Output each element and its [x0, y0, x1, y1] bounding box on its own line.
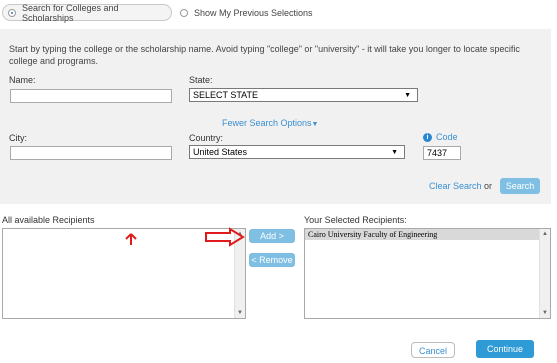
fewer-search-options-label: Fewer Search Options [222, 118, 312, 128]
info-icon[interactable]: i [423, 132, 432, 142]
code-label-group: i Code [423, 132, 458, 142]
state-select-value: SELECT STATE [193, 90, 259, 100]
country-select[interactable]: United States ▼ [189, 145, 405, 159]
code-input[interactable] [423, 146, 461, 160]
cancel-button[interactable]: Cancel [411, 342, 455, 358]
radio-selected-icon[interactable] [8, 8, 16, 17]
scroll-down-icon[interactable]: ▼ [540, 308, 550, 318]
chevron-down-icon: ▼ [404, 91, 411, 99]
mode-option-previous-label: Show My Previous Selections [194, 7, 313, 18]
mode-option-search[interactable]: Search for Colleges and Scholarships [2, 2, 172, 23]
caret-down-icon: ▼ [311, 121, 319, 128]
selected-list-scrollbar[interactable]: ▲ ▼ [539, 229, 550, 318]
chevron-down-icon: ▼ [391, 148, 398, 156]
available-recipients-label: All available Recipients [2, 215, 95, 225]
state-select[interactable]: SELECT STATE ▼ [189, 88, 418, 102]
fewer-search-options-link[interactable]: Fewer Search Options▼ [222, 118, 318, 128]
search-button[interactable]: Search [500, 178, 540, 194]
scroll-up-icon[interactable]: ▲ [540, 229, 550, 239]
city-label: City: [9, 133, 27, 143]
add-button[interactable]: Add > [249, 229, 295, 243]
continue-button[interactable]: Continue [476, 340, 534, 358]
name-label: Name: [9, 75, 36, 85]
remove-button[interactable]: < Remove [249, 253, 295, 267]
clear-search-link[interactable]: Clear Search [429, 181, 482, 191]
name-input[interactable] [10, 89, 172, 103]
selected-recipient-item[interactable]: Cairo University Faculty of Engineering [305, 229, 540, 240]
selected-recipients-list[interactable]: Cairo University Faculty of Engineering … [304, 228, 551, 319]
city-input[interactable] [10, 146, 172, 160]
selected-recipients-label: Your Selected Recipients: [304, 215, 407, 225]
scroll-down-icon[interactable]: ▼ [235, 308, 245, 318]
annotation-up-arrow-icon [125, 233, 137, 245]
search-instructions: Start by typing the college or the schol… [9, 44, 520, 66]
or-text: or [484, 181, 493, 191]
country-label: Country: [189, 133, 224, 143]
mode-option-search-label: Search for Colleges and Scholarships [21, 2, 119, 23]
country-select-value: United States [193, 147, 248, 157]
mode-option-previous[interactable]: Show My Previous Selections [180, 4, 313, 21]
annotation-right-arrow-icon [205, 227, 245, 247]
code-label[interactable]: Code [436, 132, 458, 142]
radio-unselected-icon[interactable] [180, 8, 188, 17]
state-label: State: [189, 75, 213, 85]
